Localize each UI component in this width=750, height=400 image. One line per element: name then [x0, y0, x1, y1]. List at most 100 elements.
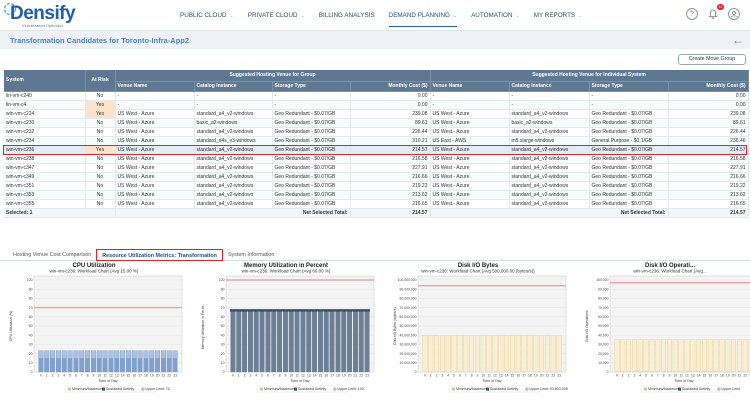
bar-sustained-12 [108, 358, 114, 372]
x-tick-label: 4 [255, 374, 257, 378]
x-tick-label: 12 [301, 374, 305, 378]
tab-hosting-venue-cost-comparison[interactable]: Hosting Venue Cost Comparison [8, 249, 96, 261]
cell-group-storage: Geo Redundant - $0.07/GB [272, 136, 351, 146]
nav-item-my-reports[interactable]: MY REPORTS ⌄ [534, 0, 583, 31]
y-tick-label: 20,000 [598, 352, 608, 356]
x-tick-label: 14 [121, 374, 125, 378]
y-tick-label: 100 [27, 278, 33, 282]
table-row[interactable]: win-vm-c355 No US West - Azure standard_a4_… [4, 199, 749, 209]
cell-individual-storage: General Purpose - $0.1/GB [589, 136, 669, 146]
x-tick-label: 2 [244, 374, 246, 378]
column-header-at-risk[interactable]: At Risk [85, 70, 116, 92]
y-tick-label: 10 [29, 361, 33, 365]
back-arrow-icon[interactable]: ← [732, 33, 744, 47]
table-row[interactable]: lin-vm-c240 No - - -0.00- - -0.00 [4, 91, 749, 101]
cell-group-storage: Geo Redundant - $0.07/GB [272, 109, 351, 119]
nav-item-public-cloud[interactable]: PUBLIC CLOUD ⌄ [180, 0, 234, 31]
bar-sustained-8 [277, 311, 282, 372]
nav-item-billing-analysis[interactable]: BILLING ANALYSIS [319, 0, 375, 31]
bar-max-22 [742, 339, 748, 373]
main-nav: PUBLIC CLOUD ⌄ PRIVATE CLOUD ⌄ BILLING ANALY… [180, 0, 596, 31]
bar-max-7 [655, 339, 661, 373]
column-header-group-venue-name[interactable]: Venue Name [115, 81, 195, 92]
densify-logo[interactable]: Densify Virtualization Optimizer [3, 2, 96, 28]
column-header-group-cost[interactable]: Monthly Cost ($) [350, 81, 431, 92]
bar-sustained-0 [38, 358, 44, 372]
bar-sustained-9 [667, 371, 672, 372]
table-row[interactable]: win-vm-c230 No US West - Azure basic_a2-win… [4, 118, 749, 128]
bar-sustained-12 [300, 311, 306, 372]
table-row[interactable]: win-vm-c232 No US West - Azure standard_a4_… [4, 127, 749, 137]
column-header-group-catalog[interactable]: Catalog Instance [194, 81, 273, 92]
bar-sustained-7 [655, 371, 661, 372]
tab-system-information[interactable]: System Information [223, 249, 279, 261]
bar-sustained-15 [318, 311, 323, 372]
y-tick-label: 40 [29, 333, 33, 337]
cell-individual-venue: US West - Azure [430, 127, 510, 137]
y-tick-label: 40 [221, 333, 225, 337]
table-row[interactable]: win-vm-c349 No US West - Azure standard_a4_… [4, 172, 749, 182]
bar-sustained-10 [672, 371, 678, 372]
bar-max-2 [434, 335, 440, 373]
column-header-individual-storage[interactable]: Storage Type [589, 81, 669, 92]
column-header-individual-cost[interactable]: Monthly Cost ($) [668, 81, 749, 92]
table-row[interactable]: win-vm-c236 Yes US West - Azure standard_a4… [4, 145, 749, 155]
cell-individual-venue: US East - AWS [430, 136, 510, 146]
column-header-group-storage[interactable]: Storage Type [272, 81, 351, 92]
cell-at-risk: Yes [85, 109, 116, 119]
table-row[interactable]: win-vm-c234 No US West - Azure standard_d4s… [4, 136, 749, 146]
x-tick-label: 20 [732, 374, 736, 378]
nav-item-label: AUTOMATION [471, 12, 513, 19]
x-tick-label: 17 [714, 374, 718, 378]
cell-individual-cost: 213.62 [668, 190, 749, 200]
chevron-down-icon: ⌄ [578, 13, 583, 19]
y-tick-label: 50,000,000 [400, 324, 417, 328]
bar-sustained-2 [626, 371, 631, 372]
y-tick-label: 80,000 [598, 297, 608, 301]
cell-individual-venue: - [430, 100, 510, 110]
cell-group-cost: 227.91 [350, 163, 431, 173]
create-move-group-button[interactable]: Create Move Group [678, 54, 746, 65]
y-tick-label: 70,000,000 [400, 306, 417, 310]
x-tick-label: 6 [75, 374, 77, 378]
bar-sustained-23 [172, 358, 178, 372]
column-header-individual-venue-name[interactable]: Venue Name [430, 81, 510, 92]
bar-sustained-14 [312, 311, 317, 372]
tab-resource-utilization-metrics-transformation[interactable]: Resource Utilization Metrics: Transforma… [96, 249, 223, 261]
table-row[interactable]: win-vm-c353 No US West - Azure standard_a4_… [4, 190, 749, 200]
cell-individual-venue: - [430, 91, 510, 101]
bar-sustained-21 [353, 311, 358, 372]
user-profile-icon[interactable] [728, 8, 740, 20]
cell-group-storage: Geo Redundant - $0.07/GB [272, 190, 351, 200]
bar-max-14 [504, 335, 510, 373]
x-tick-label: 0 [424, 374, 426, 378]
nav-item-demand-planning[interactable]: DEMAND PLANNING ⌄ [388, 0, 458, 31]
cell-at-risk: No [85, 163, 116, 173]
table-row[interactable]: lin-vm-c4 Yes - - -0.00- - -0.00 [4, 100, 749, 110]
column-header-system[interactable]: System [4, 70, 86, 92]
bar-max-18 [719, 339, 725, 373]
x-tick-label: 15 [511, 374, 515, 378]
bar-sustained-5 [259, 311, 265, 372]
table-row[interactable]: win-vm-c351 No US West - Azure standard_a4_… [4, 181, 749, 191]
nav-item-private-cloud[interactable]: PRIVATE CLOUD ⌄ [248, 0, 305, 31]
table-row[interactable]: win-vm-c347 No US West - Azure standard_a4_… [4, 163, 749, 173]
bar-sustained-3 [632, 371, 637, 372]
notifications-bell-icon[interactable]: 11 [707, 4, 724, 20]
x-tick-label: 3 [249, 374, 251, 378]
bar-max-16 [707, 339, 713, 373]
bar-sustained-17 [137, 358, 143, 372]
column-header-individual-catalog[interactable]: Catalog Instance [509, 81, 590, 92]
table-row[interactable]: win-vm-c224 Yes US West - Azure standard_a4… [4, 109, 749, 119]
y-tick-label: 20 [221, 352, 225, 356]
x-tick-label: 10 [97, 374, 101, 378]
x-tick-label: 11 [103, 374, 107, 378]
help-icon[interactable]: ? [686, 8, 698, 20]
cell-at-risk: Yes [85, 100, 116, 110]
individual-venue-header: Suggested Hosting Venue for Individual S… [430, 70, 749, 82]
bar-sustained-1 [236, 311, 242, 372]
bar-max-12 [684, 339, 690, 373]
table-row[interactable]: win-vm-c238 No US West - Azure standard_a4_… [4, 154, 749, 164]
nav-item-automation[interactable]: AUTOMATION ⌄ [471, 0, 520, 31]
cell-individual-catalog: - [509, 100, 590, 110]
